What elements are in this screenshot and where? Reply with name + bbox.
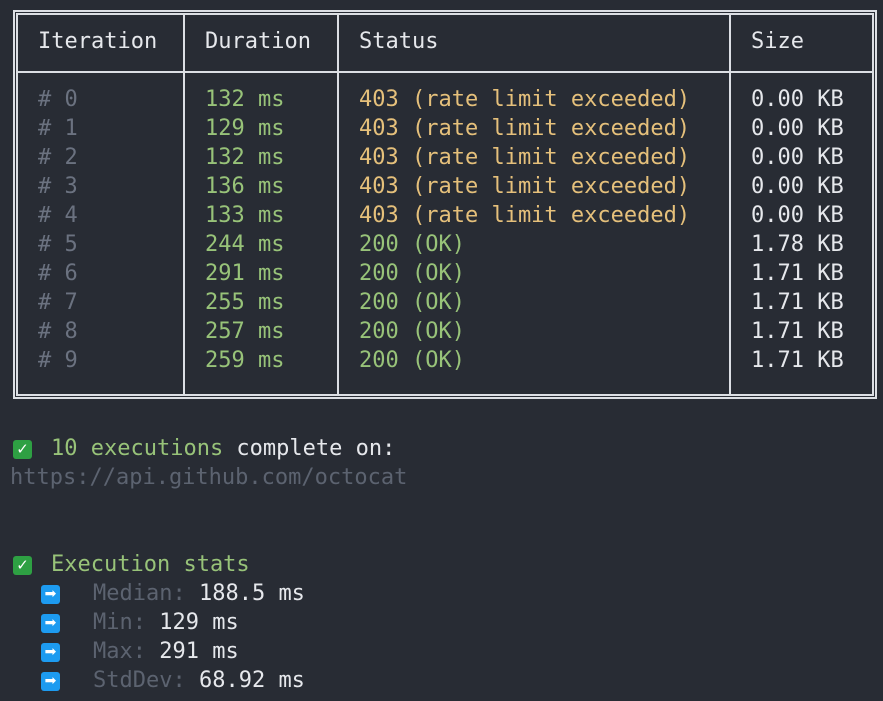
duration-cell: 259 ms [205,348,285,373]
summary-line: 10 executions complete on: [51,434,395,463]
size-cell: 1.71 KB [751,290,844,315]
duration-cell: 291 ms [205,261,285,286]
iteration-cell: # 9 [38,348,78,373]
status-cell: 200 (OK) [359,232,465,257]
iteration-cell: # 8 [38,319,78,344]
arrow-right-icon: ➡ [41,643,60,662]
iteration-cell: # 7 [38,290,78,315]
stat-item: StdDev: 68.92 ms [93,666,305,695]
iteration-cell: # 0 [38,87,78,112]
status-cell: 403 (rate limit exceeded) [359,174,691,199]
stat-value: 129 ms [159,610,239,635]
status-cell: 200 (OK) [359,319,465,344]
status-cell: 200 (OK) [359,261,465,286]
header-separator [18,71,872,73]
iteration-cell: # 1 [38,116,78,141]
status-cell: 200 (OK) [359,348,465,373]
status-cell: 403 (rate limit exceeded) [359,145,691,170]
stat-label: Min: [93,610,146,635]
size-cell: 1.71 KB [751,261,844,286]
stat-value: 188.5 ms [198,581,305,606]
check-icon: ✓ [13,556,32,575]
duration-cell: 132 ms [205,145,285,170]
size-cell: 0.00 KB [751,116,844,141]
status-cell: 403 (rate limit exceeded) [359,87,691,112]
iteration-cell: # 3 [38,174,78,199]
header-size: Size [751,29,804,54]
stat-value: 68.92 ms [198,668,305,693]
stat-item: Max: 291 ms [93,637,239,666]
duration-cell: 255 ms [205,290,285,315]
status-cell: 403 (rate limit exceeded) [359,116,691,141]
duration-cell: 244 ms [205,232,285,257]
size-cell: 0.00 KB [751,203,844,228]
stat-item: Min: 129 ms [93,608,239,637]
duration-cell: 133 ms [205,203,285,228]
header-duration: Duration [205,29,311,54]
duration-cell: 136 ms [205,174,285,199]
target-url: https://api.github.com/octocat [10,465,408,490]
duration-cell: 129 ms [205,116,285,141]
iteration-cell: # 2 [38,145,78,170]
size-cell: 0.00 KB [751,145,844,170]
stat-value: 291 ms [159,639,239,664]
check-icon: ✓ [13,440,32,459]
size-cell: 1.71 KB [751,348,844,373]
duration-cell: 132 ms [205,87,285,112]
arrow-right-icon: ➡ [41,585,60,604]
arrow-right-icon: ➡ [41,614,60,633]
header-status: Status [359,29,439,54]
iteration-cell: # 4 [38,203,78,228]
duration-cell: 257 ms [205,319,285,344]
execution-count: 10 executions [51,436,224,461]
arrow-right-icon: ➡ [41,672,60,691]
stat-label: StdDev: [93,668,186,693]
stat-label: Median: [93,581,186,606]
size-cell: 0.00 KB [751,174,844,199]
size-cell: 0.00 KB [751,87,844,112]
size-cell: 1.78 KB [751,232,844,257]
stat-label: Max: [93,639,146,664]
iteration-cell: # 6 [38,261,78,286]
status-cell: 200 (OK) [359,290,465,315]
size-cell: 1.71 KB [751,319,844,344]
stats-title: Execution stats [51,552,250,577]
results-table: Iteration Duration Status Size # 0 132 ms… [13,10,877,399]
stat-item: Median: 188.5 ms [93,579,305,608]
header-iteration: Iteration [38,29,158,54]
status-cell: 403 (rate limit exceeded) [359,203,691,228]
summary-text: complete on: [223,436,396,461]
iteration-cell: # 5 [38,232,78,257]
